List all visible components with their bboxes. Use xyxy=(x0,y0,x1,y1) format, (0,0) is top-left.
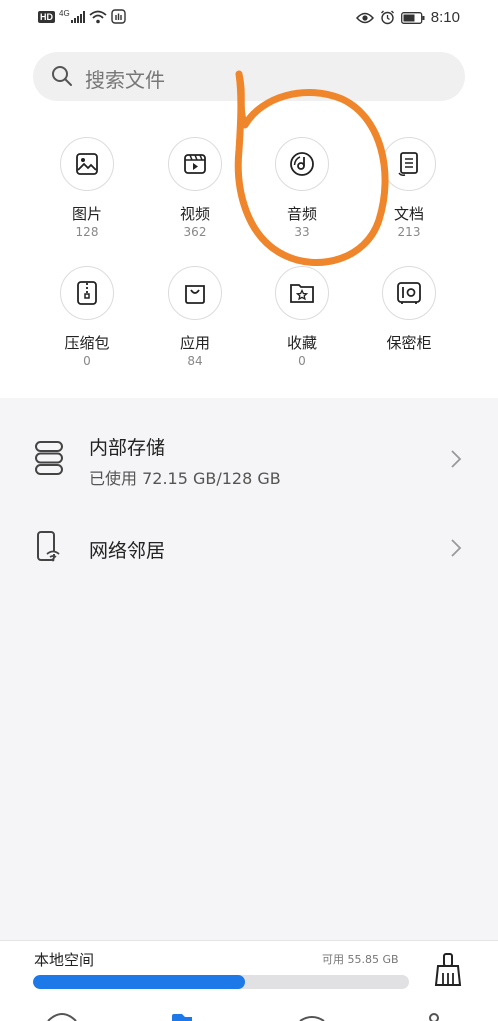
status-left: HD 4G xyxy=(38,9,126,24)
category-safe[interactable]: 保密柜 xyxy=(369,266,449,352)
status-right: 8:10 xyxy=(355,9,460,26)
category-icon-circle xyxy=(382,137,436,191)
image-icon xyxy=(76,153,98,175)
eye-icon xyxy=(355,12,374,23)
internal-storage-usage: 已使用 72.15 GB/128 GB xyxy=(89,469,281,488)
category-icon-circle xyxy=(275,266,329,320)
status-bar: HD 4G 8:10 xyxy=(0,0,498,38)
category-audio[interactable]: 音频 33 xyxy=(262,137,342,239)
category-images[interactable]: 图片 128 xyxy=(47,137,127,239)
internal-storage-row[interactable]: 内部存储 已使用 72.15 GB/128 GB xyxy=(0,420,498,500)
star-folder-icon xyxy=(290,284,314,303)
clock: 8:10 xyxy=(430,9,460,26)
category-icon-circle xyxy=(382,266,436,320)
category-count: 33 xyxy=(294,225,310,239)
alarm-icon xyxy=(380,10,394,25)
category-count: 84 xyxy=(187,354,203,368)
network-neighbors-row[interactable]: 网络邻居 xyxy=(0,520,498,580)
safe-icon xyxy=(397,282,421,304)
battery-icon xyxy=(400,11,425,24)
audio-icon xyxy=(290,152,314,176)
network-neighbors-title: 网络邻居 xyxy=(89,540,166,562)
hand-icon xyxy=(110,9,126,24)
category-label: 保密柜 xyxy=(386,334,432,352)
wifi-icon xyxy=(89,10,107,23)
chevron-right-icon xyxy=(451,539,462,557)
category-favorites[interactable]: 收藏 0 xyxy=(262,266,342,368)
search-bar[interactable]: 搜索文件 xyxy=(33,52,465,101)
storage-icon xyxy=(35,441,63,475)
category-apps[interactable]: 应用 84 xyxy=(155,266,235,368)
archive-icon xyxy=(77,281,97,305)
category-archives[interactable]: 压缩包 0 xyxy=(47,266,127,368)
search-placeholder: 搜索文件 xyxy=(85,68,165,92)
category-count: 362 xyxy=(183,225,207,239)
category-label: 视频 xyxy=(179,205,210,223)
storage-progress-bar xyxy=(33,975,409,989)
local-space-panel: 本地空间 可用 55.85 GB xyxy=(0,940,498,1021)
search-icon xyxy=(52,66,72,86)
category-icon-circle xyxy=(168,137,222,191)
signal-icon xyxy=(70,10,85,23)
category-icon-circle xyxy=(275,137,329,191)
category-icon-circle xyxy=(168,266,222,320)
broom-clean-icon[interactable] xyxy=(434,953,462,987)
category-label: 音频 xyxy=(286,205,317,223)
storage-progress-fill xyxy=(33,975,245,989)
category-label: 压缩包 xyxy=(64,334,110,352)
category-label: 图片 xyxy=(71,205,102,223)
free-space-label: 可用 55.85 GB xyxy=(322,953,399,966)
internal-storage-title: 内部存储 xyxy=(89,437,166,459)
category-label: 收藏 xyxy=(286,334,317,352)
category-label: 应用 xyxy=(179,334,210,352)
document-icon xyxy=(398,152,418,176)
category-count: 0 xyxy=(83,354,91,368)
category-documents[interactable]: 文档 213 xyxy=(369,137,449,239)
network-type: 4G xyxy=(59,9,70,18)
category-icon-circle xyxy=(60,266,114,320)
video-icon xyxy=(184,154,206,174)
local-space-label: 本地空间 xyxy=(34,951,95,969)
category-videos[interactable]: 视频 362 xyxy=(155,137,235,239)
category-count: 128 xyxy=(75,225,99,239)
hd-badge: HD xyxy=(38,10,55,23)
category-count: 213 xyxy=(397,225,421,239)
network-device-icon xyxy=(37,531,60,562)
app-bag-icon xyxy=(185,285,205,304)
chevron-right-icon xyxy=(451,450,462,468)
category-count: 0 xyxy=(298,354,306,368)
category-icon-circle xyxy=(60,137,114,191)
category-label: 文档 xyxy=(393,205,424,223)
